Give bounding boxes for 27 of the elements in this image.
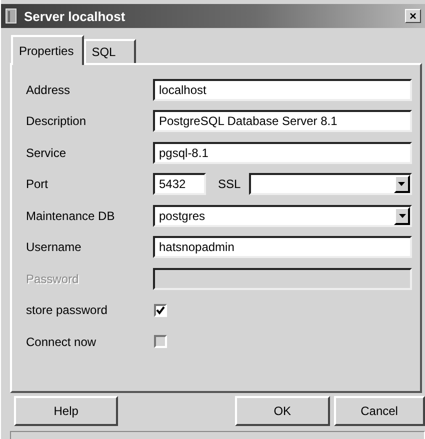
tab[interactable]: Properties [11, 35, 84, 65]
text-field[interactable]: pgsql-8.1 [153, 142, 412, 164]
field-label: Maintenance DB [25, 208, 116, 223]
window-title: Server localhost [24, 8, 126, 24]
field-label: Username [25, 240, 82, 254]
dialog-button[interactable]: Help [14, 396, 118, 426]
field-label: Port [25, 177, 50, 192]
field-label: Description [25, 114, 88, 128]
dropdown[interactable]: postgres [153, 204, 412, 227]
close-button[interactable]: × [405, 9, 421, 23]
dialog-button[interactable]: OK [235, 396, 330, 426]
checkbox[interactable] [154, 335, 167, 348]
field-label: Address [25, 82, 72, 97]
field-label: SSL [218, 177, 241, 192]
field-label: store password [25, 303, 108, 318]
tab[interactable]: SQL [84, 39, 136, 63]
checkbox[interactable] [154, 304, 167, 317]
dialog-button[interactable]: Cancel [334, 396, 425, 426]
text-field[interactable]: hatsnopadmin [153, 236, 412, 258]
port-field[interactable]: 5432 [153, 173, 206, 196]
field-label: Password [25, 272, 80, 286]
ssl-dropdown[interactable] [248, 173, 412, 196]
field-label: Service [25, 146, 68, 160]
field-label: Connect now [25, 334, 98, 349]
server-icon [5, 8, 17, 24]
text-field[interactable]: localhost [153, 78, 412, 101]
text-field[interactable]: PostgreSQL Database Server 8.1 [153, 110, 412, 132]
